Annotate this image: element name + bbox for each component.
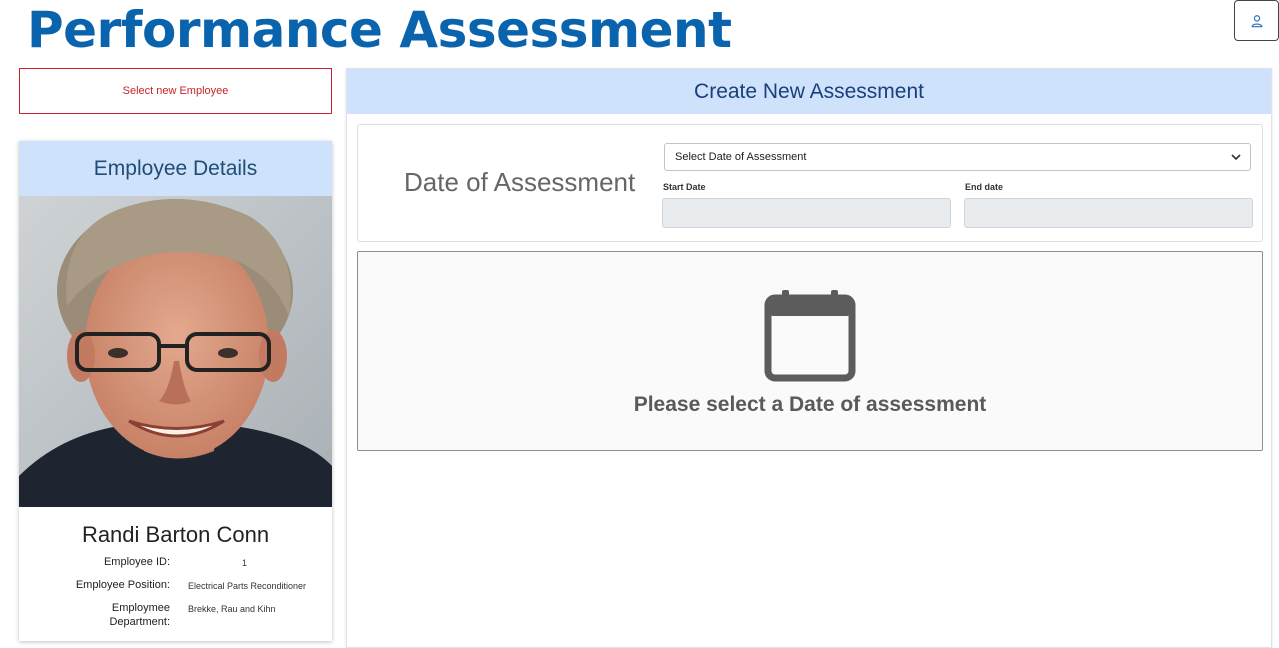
employee-position-label: Employee Position: (75, 579, 170, 591)
user-account-button[interactable] (1234, 0, 1279, 41)
employee-id-row: Employee ID: 1 (19, 555, 332, 577)
employee-details-title: Employee Details (19, 141, 332, 196)
calendar-icon (764, 290, 856, 382)
empty-state-text: Please select a Date of assessment (633, 393, 987, 416)
chevron-down-icon (1231, 154, 1241, 161)
employee-position-value: Electrical Parts Reconditioner (188, 581, 307, 591)
date-of-assessment-select[interactable]: Select Date of Assessment (664, 143, 1251, 171)
create-assessment-panel: Create New Assessment Date of Assessment… (346, 68, 1272, 648)
employee-id-value: 1 (242, 558, 248, 568)
end-date-label: End date (965, 182, 1004, 192)
empty-state-box: Please select a Date of assessment (357, 251, 1263, 451)
employee-department-value: Brekke, Rau and Kihn (188, 604, 276, 614)
date-select-text: Select Date of Assessment (675, 151, 807, 163)
select-new-employee-button[interactable]: Select new Employee (19, 68, 332, 114)
page-title: Performance Assessment (27, 1, 732, 59)
employee-photo (19, 196, 332, 507)
employee-details-card: Employee Details Randi Barton Conn Emplo… (19, 141, 332, 641)
employee-id-label: Employee ID: (103, 556, 170, 568)
employee-department-row: Employmee Department: Brekke, Rau and Ki… (19, 601, 332, 631)
end-date-input[interactable] (964, 198, 1253, 228)
employee-department-label: Employmee Department: (109, 602, 170, 628)
start-date-label: Start Date (663, 182, 706, 192)
user-icon (1251, 14, 1262, 27)
date-of-assessment-label: Date of Assessment (404, 167, 636, 197)
employee-position-row: Employee Position: Electrical Parts Reco… (19, 578, 332, 600)
start-date-input[interactable] (662, 198, 951, 228)
create-assessment-title: Create New Assessment (347, 69, 1271, 114)
employee-name: Randi Barton Conn (81, 522, 270, 547)
date-of-assessment-section: Date of Assessment Select Date of Assess… (357, 124, 1263, 242)
